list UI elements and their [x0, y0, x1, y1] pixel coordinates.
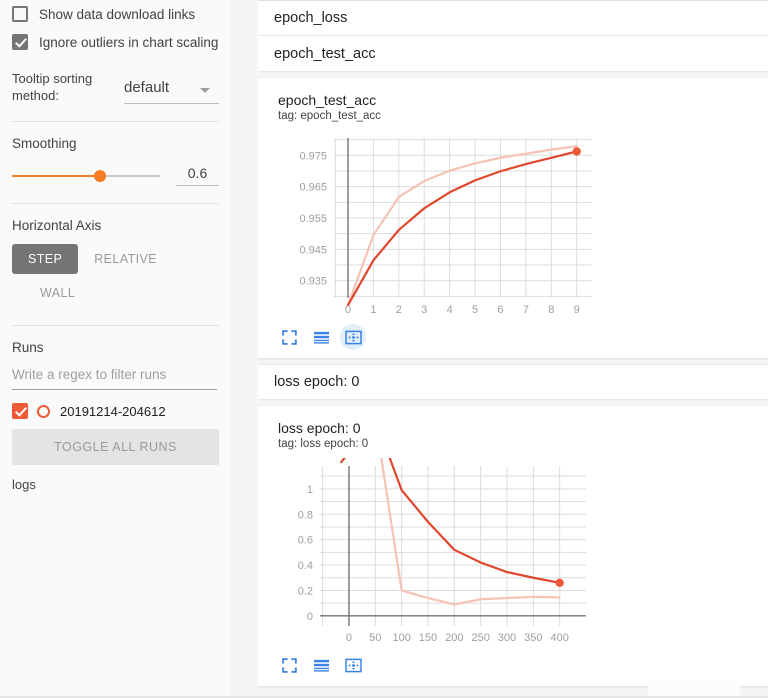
ignore-outliers-label: Ignore outliers in chart scaling — [39, 34, 219, 50]
logs-label: logs — [12, 477, 36, 492]
axis-option-relative[interactable]: RELATIVE — [78, 244, 173, 274]
accordion-loss-epoch-label: loss epoch: 0 — [274, 374, 360, 390]
svg-text:7: 7 — [523, 304, 529, 316]
horizontal-axis-toggle-group-row2: WALL — [0, 274, 231, 308]
show-data-download-links-label: Show data download links — [39, 6, 196, 22]
accordion-epoch-test-acc[interactable]: epoch_test_acc — [258, 36, 768, 72]
settings-sidebar: Show data download links Ignore outliers… — [0, 0, 231, 698]
fit-domain-icon[interactable] — [276, 652, 302, 678]
smoothing-slider[interactable] — [12, 167, 160, 185]
svg-text:0.8: 0.8 — [298, 509, 313, 521]
accordion-epoch-loss[interactable]: epoch_loss — [258, 0, 768, 36]
run-checkbox[interactable] — [12, 403, 28, 419]
svg-text:50: 50 — [369, 632, 381, 644]
main-content: epoch_loss epoch_test_acc epoch_test_acc… — [258, 0, 768, 698]
svg-text:4: 4 — [447, 304, 453, 316]
ignore-outliers-row[interactable]: Ignore outliers in chart scaling — [12, 28, 231, 56]
chart-toolbar-1 — [258, 322, 768, 352]
expand-chart-icon[interactable] — [340, 324, 366, 350]
chart-title-1: epoch_test_acc — [278, 92, 377, 108]
run-label: 20191214-204612 — [60, 403, 166, 419]
svg-text:100: 100 — [392, 632, 410, 644]
svg-text:6: 6 — [497, 304, 503, 316]
svg-text:0.975: 0.975 — [299, 150, 327, 162]
smoothing-title: Smoothing — [12, 136, 77, 151]
ignore-outliers-checkbox[interactable] — [12, 34, 28, 50]
accordion-epoch-loss-label: epoch_loss — [274, 10, 348, 26]
fit-domain-icon[interactable] — [276, 324, 302, 350]
horizontal-axis-title: Horizontal Axis — [12, 218, 102, 233]
svg-text:200: 200 — [445, 632, 463, 644]
tensorboard-app: Show data download links Ignore outliers… — [0, 0, 768, 698]
chart-card-epoch-test-acc: epoch_test_acc tag: epoch_test_acc 0.935… — [258, 78, 768, 358]
svg-text:400: 400 — [550, 632, 568, 644]
svg-text:3: 3 — [421, 304, 427, 316]
slider-fill — [12, 174, 100, 177]
data-table-icon[interactable] — [308, 324, 334, 350]
svg-text:0.2: 0.2 — [298, 585, 313, 597]
toggle-all-runs-button[interactable]: TOGGLE ALL RUNS — [12, 429, 219, 465]
horizontal-axis-toggle-group: STEP RELATIVE — [0, 233, 231, 274]
accordion-loss-epoch[interactable]: loss epoch: 0 — [258, 364, 768, 400]
chart-card-loss-epoch: loss epoch: 0 tag: loss epoch: 0 0 0.2 0.4… — [258, 406, 768, 686]
smoothing-value[interactable]: 0.6 — [176, 165, 219, 186]
tooltip-sorting-dropdown[interactable]: default — [124, 78, 219, 104]
svg-text:0.935: 0.935 — [299, 276, 327, 288]
svg-text:1: 1 — [307, 484, 313, 496]
svg-text:300: 300 — [498, 632, 516, 644]
svg-text:0: 0 — [346, 632, 352, 644]
slider-knob[interactable] — [94, 169, 106, 182]
svg-text:2: 2 — [396, 304, 402, 316]
svg-text:0.4: 0.4 — [298, 560, 313, 572]
tooltip-sorting-row: Tooltip sorting method: default — [0, 70, 231, 104]
svg-text:8: 8 — [548, 304, 554, 316]
chart-tag-1: tag: epoch_test_acc — [278, 110, 381, 122]
runs-filter-input[interactable] — [12, 367, 217, 390]
show-data-download-links-checkbox[interactable] — [12, 6, 28, 22]
plot-area-2[interactable]: 0 0.2 0.4 0.6 0.8 1 0 50 100 150 200 250 300 350 400 — [276, 458, 768, 648]
chart-title-2: loss epoch: 0 — [278, 420, 361, 436]
tooltip-sorting-value: default — [124, 79, 170, 96]
svg-text:150: 150 — [419, 632, 437, 644]
svg-text:5: 5 — [472, 304, 478, 316]
svg-text:0: 0 — [307, 611, 313, 623]
run-item-row[interactable]: 20191214-204612 — [0, 390, 231, 419]
svg-text:1: 1 — [370, 304, 376, 316]
accordion-epoch-test-acc-label: epoch_test_acc — [274, 45, 376, 62]
svg-text:0.6: 0.6 — [298, 535, 313, 547]
line-chart-2[interactable]: 0 0.2 0.4 0.6 0.8 1 0 50 100 150 200 250 300 350 400 — [276, 458, 616, 648]
svg-text:0.965: 0.965 — [299, 182, 327, 194]
show-data-download-links-row[interactable]: Show data download links — [12, 0, 231, 28]
svg-text:350: 350 — [524, 632, 542, 644]
svg-text:0.955: 0.955 — [299, 213, 327, 225]
svg-text:9: 9 — [574, 304, 580, 316]
data-table-icon[interactable] — [308, 652, 334, 678]
tooltip-sorting-label: Tooltip sorting method: — [12, 71, 93, 103]
run-color-ring-icon — [37, 404, 50, 418]
chart-tag-2: tag: loss epoch: 0 — [278, 438, 369, 450]
chevron-down-icon — [200, 88, 210, 93]
smoothing-row: 0.6 — [0, 151, 231, 186]
svg-text:250: 250 — [471, 632, 489, 644]
plot-area-1[interactable]: 0.935 0.945 0.955 0.965 0.975 0 1 2 3 4 5 6 7 8 9 — [276, 130, 768, 320]
expand-chart-icon[interactable] — [340, 652, 366, 678]
chart-toolbar-2 — [258, 650, 768, 680]
axis-option-step[interactable]: STEP — [12, 244, 79, 274]
axis-option-wall[interactable]: WALL — [24, 278, 91, 308]
page-bottom-ghost — [648, 680, 740, 696]
runs-title: Runs — [12, 340, 44, 355]
line-chart-1[interactable]: 0.935 0.945 0.955 0.965 0.975 0 1 2 3 4 5 6 7 8 9 — [276, 130, 616, 320]
svg-text:0.945: 0.945 — [299, 244, 327, 256]
svg-text:0: 0 — [345, 304, 351, 316]
